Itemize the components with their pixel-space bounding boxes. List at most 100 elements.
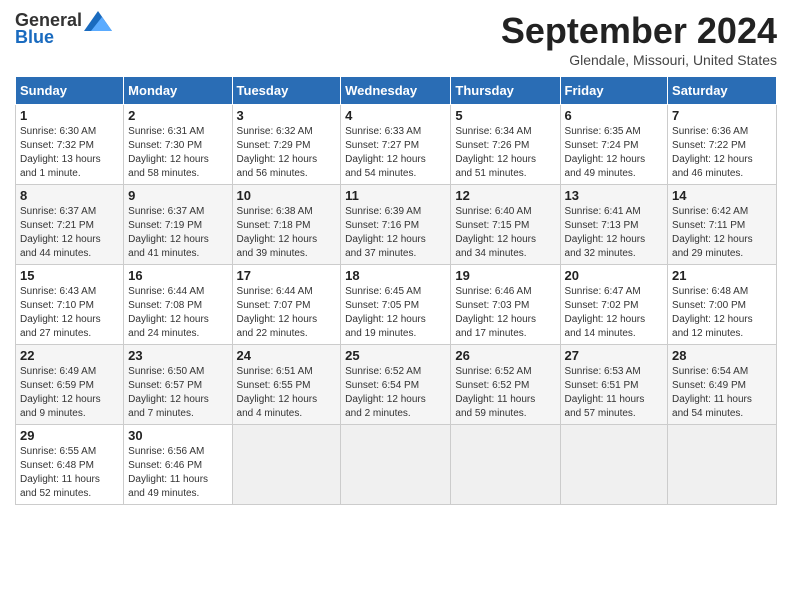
title-location: Glendale, Missouri, United States [501, 52, 777, 68]
table-row: 18Sunrise: 6:45 AM Sunset: 7:05 PM Dayli… [341, 265, 451, 345]
logo-blue-text: Blue [15, 27, 54, 48]
day-info: Sunrise: 6:46 AM Sunset: 7:03 PM Dayligh… [455, 285, 555, 341]
table-row: 24 Sunrise: 6:51 AM Sunset: 6:55 PM Dayli… [232, 345, 341, 425]
table-row: 7 Sunrise: 6:36 AM Sunset: 7:22 PM Daylig… [668, 105, 777, 185]
day-number: 24 [237, 348, 337, 363]
day-number: 2 [128, 108, 227, 123]
day-number: 26 [455, 348, 555, 363]
calendar-week-row: 1 Sunrise: 6:30 AM Sunset: 7:32 PM Daylig… [16, 105, 777, 185]
header: General Blue September 2024 Glendale, Mi… [15, 10, 777, 68]
day-info: Sunrise: 6:30 AM Sunset: 7:32 PM Dayligh… [20, 125, 119, 181]
table-row: 19 Sunrise: 6:46 AM Sunset: 7:03 PM Dayli… [451, 265, 560, 345]
day-info: Sunrise: 6:48 AM Sunset: 7:00 PM Dayligh… [672, 285, 772, 341]
calendar-week-row: 29Sunrise: 6:55 AM Sunset: 6:48 PM Dayli… [16, 425, 777, 505]
day-info: Sunrise: 6:47 AM Sunset: 7:02 PM Dayligh… [565, 285, 664, 341]
col-thursday: Thursday [451, 77, 560, 105]
table-row: 1 Sunrise: 6:30 AM Sunset: 7:32 PM Daylig… [16, 105, 124, 185]
day-info: Sunrise: 6:31 AM Sunset: 7:30 PM Dayligh… [128, 125, 227, 181]
day-number: 5 [455, 108, 555, 123]
day-number: 6 [565, 108, 664, 123]
day-number: 8 [20, 188, 119, 203]
day-info: Sunrise: 6:45 AM Sunset: 7:05 PM Dayligh… [345, 285, 446, 341]
col-friday: Friday [560, 77, 668, 105]
table-row: 3 Sunrise: 6:32 AM Sunset: 7:29 PM Daylig… [232, 105, 341, 185]
table-row: 25Sunrise: 6:52 AM Sunset: 6:54 PM Dayli… [341, 345, 451, 425]
day-number: 23 [128, 348, 227, 363]
calendar-header-row: Sunday Monday Tuesday Wednesday Thursday… [16, 77, 777, 105]
day-info: Sunrise: 6:39 AM Sunset: 7:16 PM Dayligh… [345, 205, 446, 261]
calendar-week-row: 15Sunrise: 6:43 AM Sunset: 7:10 PM Dayli… [16, 265, 777, 345]
logo-icon [84, 11, 112, 31]
table-row: 2 Sunrise: 6:31 AM Sunset: 7:30 PM Daylig… [124, 105, 232, 185]
logo: General Blue [15, 10, 112, 48]
day-number: 3 [237, 108, 337, 123]
day-number: 19 [455, 268, 555, 283]
table-row: 16Sunrise: 6:44 AM Sunset: 7:08 PM Dayli… [124, 265, 232, 345]
day-info: Sunrise: 6:44 AM Sunset: 7:07 PM Dayligh… [237, 285, 337, 341]
day-info: Sunrise: 6:53 AM Sunset: 6:51 PM Dayligh… [565, 365, 664, 421]
day-number: 22 [20, 348, 119, 363]
table-row: 9 Sunrise: 6:37 AM Sunset: 7:19 PM Daylig… [124, 185, 232, 265]
day-info: Sunrise: 6:38 AM Sunset: 7:18 PM Dayligh… [237, 205, 337, 261]
day-info: Sunrise: 6:50 AM Sunset: 6:57 PM Dayligh… [128, 365, 227, 421]
table-row: 26Sunrise: 6:52 AM Sunset: 6:52 PM Dayli… [451, 345, 560, 425]
day-info: Sunrise: 6:54 AM Sunset: 6:49 PM Dayligh… [672, 365, 772, 421]
day-info: Sunrise: 6:40 AM Sunset: 7:15 PM Dayligh… [455, 205, 555, 261]
day-number: 15 [20, 268, 119, 283]
day-number: 14 [672, 188, 772, 203]
table-row [341, 425, 451, 505]
day-info: Sunrise: 6:32 AM Sunset: 7:29 PM Dayligh… [237, 125, 337, 181]
day-number: 20 [565, 268, 664, 283]
day-number: 1 [20, 108, 119, 123]
table-row: 30Sunrise: 6:56 AM Sunset: 6:46 PM Dayli… [124, 425, 232, 505]
day-info: Sunrise: 6:52 AM Sunset: 6:54 PM Dayligh… [345, 365, 446, 421]
calendar-week-row: 22 Sunrise: 6:49 AM Sunset: 6:59 PM Dayli… [16, 345, 777, 425]
table-row: 21 Sunrise: 6:48 AM Sunset: 7:00 PM Dayli… [668, 265, 777, 345]
table-row: 29Sunrise: 6:55 AM Sunset: 6:48 PM Dayli… [16, 425, 124, 505]
day-number: 16 [128, 268, 227, 283]
table-row: 17 Sunrise: 6:44 AM Sunset: 7:07 PM Dayli… [232, 265, 341, 345]
col-wednesday: Wednesday [341, 77, 451, 105]
day-number: 4 [345, 108, 446, 123]
day-info: Sunrise: 6:51 AM Sunset: 6:55 PM Dayligh… [237, 365, 337, 421]
day-info: Sunrise: 6:35 AM Sunset: 7:24 PM Dayligh… [565, 125, 664, 181]
table-row: 8 Sunrise: 6:37 AM Sunset: 7:21 PM Daylig… [16, 185, 124, 265]
col-saturday: Saturday [668, 77, 777, 105]
day-number: 10 [237, 188, 337, 203]
col-monday: Monday [124, 77, 232, 105]
table-row: 10 Sunrise: 6:38 AM Sunset: 7:18 PM Dayli… [232, 185, 341, 265]
table-row [232, 425, 341, 505]
table-row: 5 Sunrise: 6:34 AM Sunset: 7:26 PM Daylig… [451, 105, 560, 185]
table-row: 11 Sunrise: 6:39 AM Sunset: 7:16 PM Dayli… [341, 185, 451, 265]
day-info: Sunrise: 6:41 AM Sunset: 7:13 PM Dayligh… [565, 205, 664, 261]
table-row: 12Sunrise: 6:40 AM Sunset: 7:15 PM Dayli… [451, 185, 560, 265]
day-info: Sunrise: 6:37 AM Sunset: 7:19 PM Dayligh… [128, 205, 227, 261]
day-number: 17 [237, 268, 337, 283]
day-info: Sunrise: 6:42 AM Sunset: 7:11 PM Dayligh… [672, 205, 772, 261]
day-number: 21 [672, 268, 772, 283]
day-number: 7 [672, 108, 772, 123]
table-row: 22 Sunrise: 6:49 AM Sunset: 6:59 PM Dayli… [16, 345, 124, 425]
table-row [668, 425, 777, 505]
day-number: 11 [345, 188, 446, 203]
table-row: 13Sunrise: 6:41 AM Sunset: 7:13 PM Dayli… [560, 185, 668, 265]
day-number: 30 [128, 428, 227, 443]
day-number: 9 [128, 188, 227, 203]
page: General Blue September 2024 Glendale, Mi… [0, 0, 792, 515]
table-row: 6 Sunrise: 6:35 AM Sunset: 7:24 PM Daylig… [560, 105, 668, 185]
day-info: Sunrise: 6:49 AM Sunset: 6:59 PM Dayligh… [20, 365, 119, 421]
table-row: 15Sunrise: 6:43 AM Sunset: 7:10 PM Dayli… [16, 265, 124, 345]
col-sunday: Sunday [16, 77, 124, 105]
day-info: Sunrise: 6:37 AM Sunset: 7:21 PM Dayligh… [20, 205, 119, 261]
table-row: 27 Sunrise: 6:53 AM Sunset: 6:51 PM Dayli… [560, 345, 668, 425]
table-row: 28Sunrise: 6:54 AM Sunset: 6:49 PM Dayli… [668, 345, 777, 425]
table-row: 4Sunrise: 6:33 AM Sunset: 7:27 PM Daylig… [341, 105, 451, 185]
day-info: Sunrise: 6:34 AM Sunset: 7:26 PM Dayligh… [455, 125, 555, 181]
col-tuesday: Tuesday [232, 77, 341, 105]
day-info: Sunrise: 6:36 AM Sunset: 7:22 PM Dayligh… [672, 125, 772, 181]
table-row: 20 Sunrise: 6:47 AM Sunset: 7:02 PM Dayli… [560, 265, 668, 345]
table-row: 23 Sunrise: 6:50 AM Sunset: 6:57 PM Dayli… [124, 345, 232, 425]
table-row [560, 425, 668, 505]
table-row: 14 Sunrise: 6:42 AM Sunset: 7:11 PM Dayli… [668, 185, 777, 265]
day-number: 27 [565, 348, 664, 363]
